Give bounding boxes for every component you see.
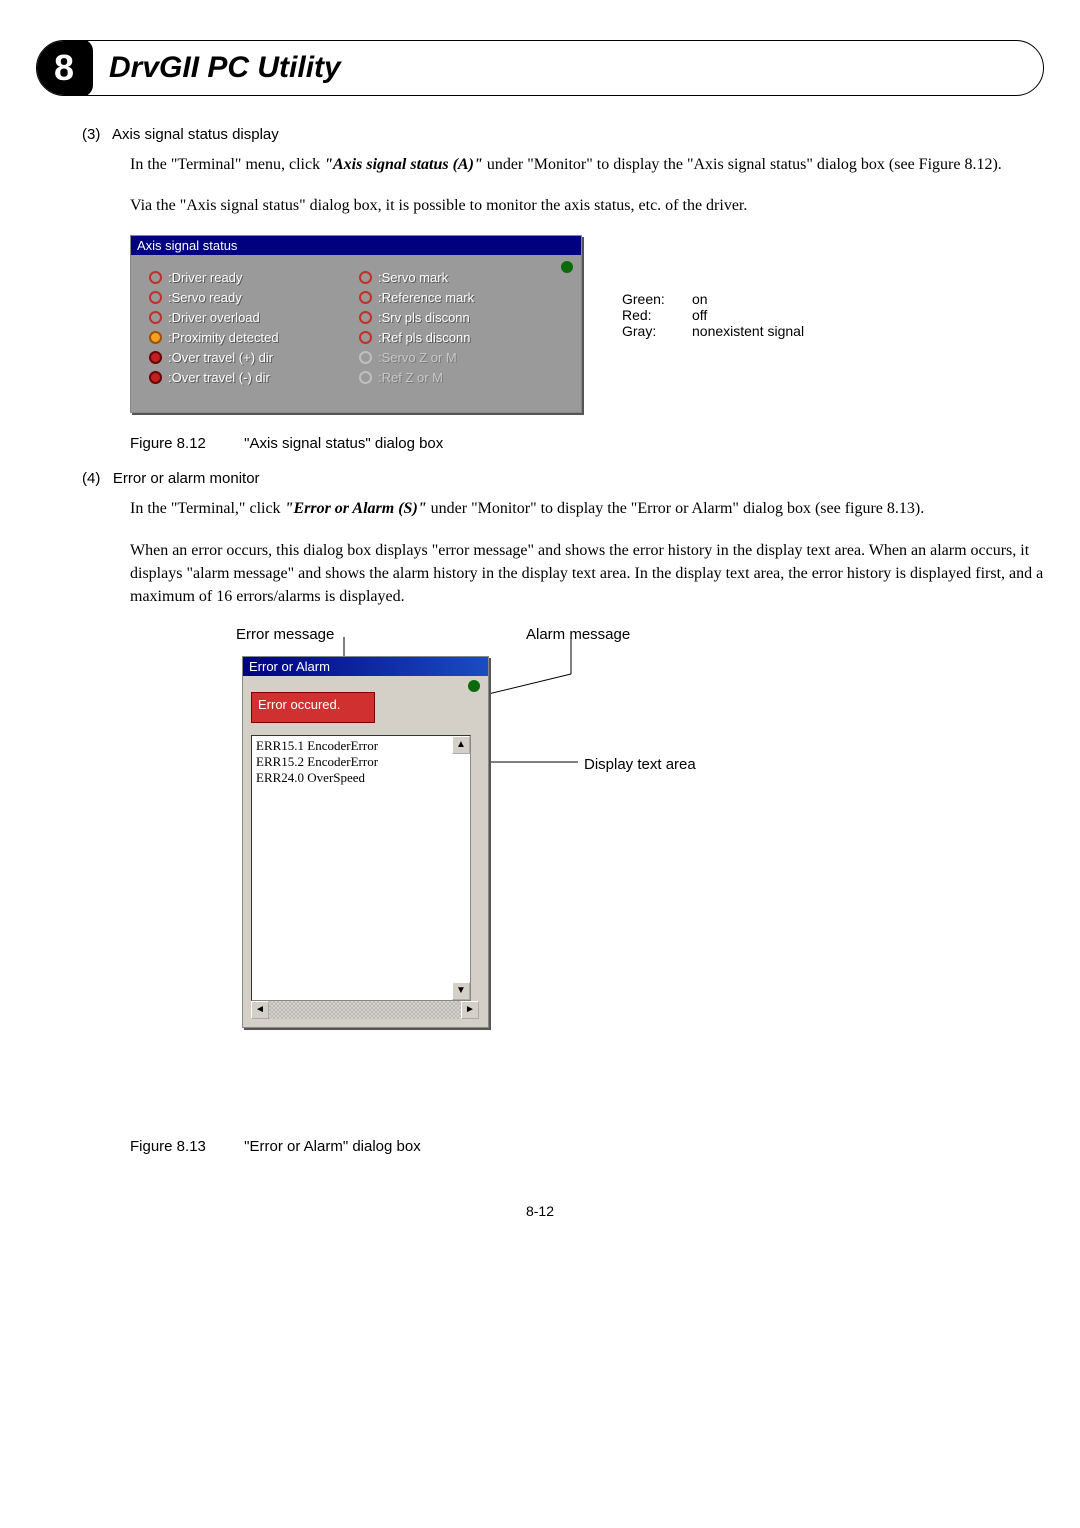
led-icon — [149, 311, 162, 324]
scroll-down-button[interactable]: ▼ — [452, 982, 470, 1000]
axis-signal-row: :Servo mark — [359, 270, 569, 285]
error-history-textarea[interactable]: ERR15.1 EncoderErrorERR15.2 EncoderError… — [251, 735, 471, 1001]
axis-signal-row: :Servo Z or M — [359, 350, 569, 365]
axis-signal-row: :Reference mark — [359, 290, 569, 305]
axis-dialog-title: Axis signal status — [131, 236, 581, 255]
axis-legend: Green:onRed:offGray:nonexistent signal — [622, 291, 804, 339]
axis-signal-row: :Driver overload — [149, 310, 359, 325]
axis-signal-row: :Srv pls disconn — [359, 310, 569, 325]
led-icon — [149, 331, 162, 344]
scroll-left-button[interactable]: ◄ — [251, 1001, 269, 1019]
annotation-display-text-area: Display text area — [584, 756, 696, 773]
led-icon — [149, 291, 162, 304]
section-4-p1: In the "Terminal," click "Error or Alarm… — [130, 497, 1044, 520]
page-number: 8-12 — [36, 1203, 1044, 1219]
error-banner: Error occured. — [251, 692, 375, 723]
led-icon — [359, 291, 372, 304]
led-icon — [359, 311, 372, 324]
axis-signal-label: :Reference mark — [378, 290, 474, 305]
led-icon — [359, 351, 372, 364]
section-3-title: Axis signal status display — [112, 126, 279, 143]
axis-signal-row: :Over travel (+) dir — [149, 350, 359, 365]
legend-value: on — [692, 291, 708, 307]
section-3-number: (3) — [82, 126, 100, 143]
led-icon — [359, 371, 372, 384]
axis-signal-row: :Ref Z or M — [359, 370, 569, 385]
legend-key: Green: — [622, 291, 692, 307]
axis-signal-status-dialog: Axis signal status :Driver ready :Servo r… — [130, 235, 582, 413]
section-3-p1: In the "Terminal" menu, click "Axis sign… — [130, 153, 1044, 176]
error-dialog-title: Error or Alarm — [243, 657, 488, 676]
axis-signal-label: :Servo ready — [168, 290, 242, 305]
axis-signal-label: :Ref pls disconn — [378, 330, 471, 345]
legend-key: Red: — [622, 307, 692, 323]
horizontal-scrollbar[interactable]: ◄ ► — [251, 1001, 479, 1019]
annotation-error-message: Error message — [236, 626, 334, 643]
axis-signal-label: :Driver overload — [168, 310, 260, 325]
section-4-number: (4) — [82, 470, 100, 487]
axis-signal-row: :Ref pls disconn — [359, 330, 569, 345]
section-4-title: Error or alarm monitor — [113, 470, 260, 487]
section-3-p2: Via the "Axis signal status" dialog box,… — [130, 194, 1044, 217]
error-line: ERR15.2 EncoderError — [256, 754, 466, 770]
led-icon — [359, 331, 372, 344]
axis-signal-row: :Servo ready — [149, 290, 359, 305]
legend-value: nonexistent signal — [692, 323, 804, 339]
legend-row: Gray:nonexistent signal — [622, 323, 804, 339]
legend-row: Green:on — [622, 291, 804, 307]
led-icon — [149, 351, 162, 364]
scroll-track[interactable] — [269, 1001, 461, 1019]
figure-8-13-caption: Figure 8.13 "Error or Alarm" dialog box — [130, 1138, 1044, 1155]
axis-signal-label: :Srv pls disconn — [378, 310, 470, 325]
axis-signal-label: :Servo mark — [378, 270, 448, 285]
axis-signal-row: :Driver ready — [149, 270, 359, 285]
axis-signal-row: :Proximity detected — [149, 330, 359, 345]
axis-signal-label: :Proximity detected — [168, 330, 279, 345]
chapter-header: 8 DrvGII PC Utility — [36, 40, 1044, 96]
section-4-p2: When an error occurs, this dialog box di… — [130, 539, 1044, 609]
legend-value: off — [692, 307, 707, 323]
led-icon — [149, 271, 162, 284]
axis-signal-label: :Driver ready — [168, 270, 242, 285]
legend-row: Red:off — [622, 307, 804, 323]
led-icon — [149, 371, 162, 384]
figure-8-12-caption: Figure 8.12 "Axis signal status" dialog … — [130, 435, 1044, 452]
error-line: ERR24.0 OverSpeed — [256, 770, 466, 786]
legend-key: Gray: — [622, 323, 692, 339]
chapter-title: DrvGII PC Utility — [109, 51, 341, 85]
axis-signal-label: :Ref Z or M — [378, 370, 443, 385]
axis-signal-row: :Over travel (-) dir — [149, 370, 359, 385]
error-line: ERR15.1 EncoderError — [256, 738, 466, 754]
section-3-heading: (3) Axis signal status display — [82, 126, 1044, 143]
figure-8-13: Error message Alarm message Display text… — [236, 626, 736, 1116]
scroll-up-button[interactable]: ▲ — [452, 736, 470, 754]
status-indicator-icon — [468, 680, 480, 692]
error-or-alarm-dialog: Error or Alarm Error occured. ERR15.1 En… — [242, 656, 489, 1028]
scroll-right-button[interactable]: ► — [461, 1001, 479, 1019]
section-4-heading: (4) Error or alarm monitor — [82, 470, 1044, 487]
chapter-number-badge: 8 — [36, 40, 93, 96]
axis-signal-label: :Over travel (-) dir — [168, 370, 270, 385]
status-indicator-icon — [561, 261, 573, 273]
axis-signal-label: :Over travel (+) dir — [168, 350, 273, 365]
axis-signal-label: :Servo Z or M — [378, 350, 457, 365]
led-icon — [359, 271, 372, 284]
